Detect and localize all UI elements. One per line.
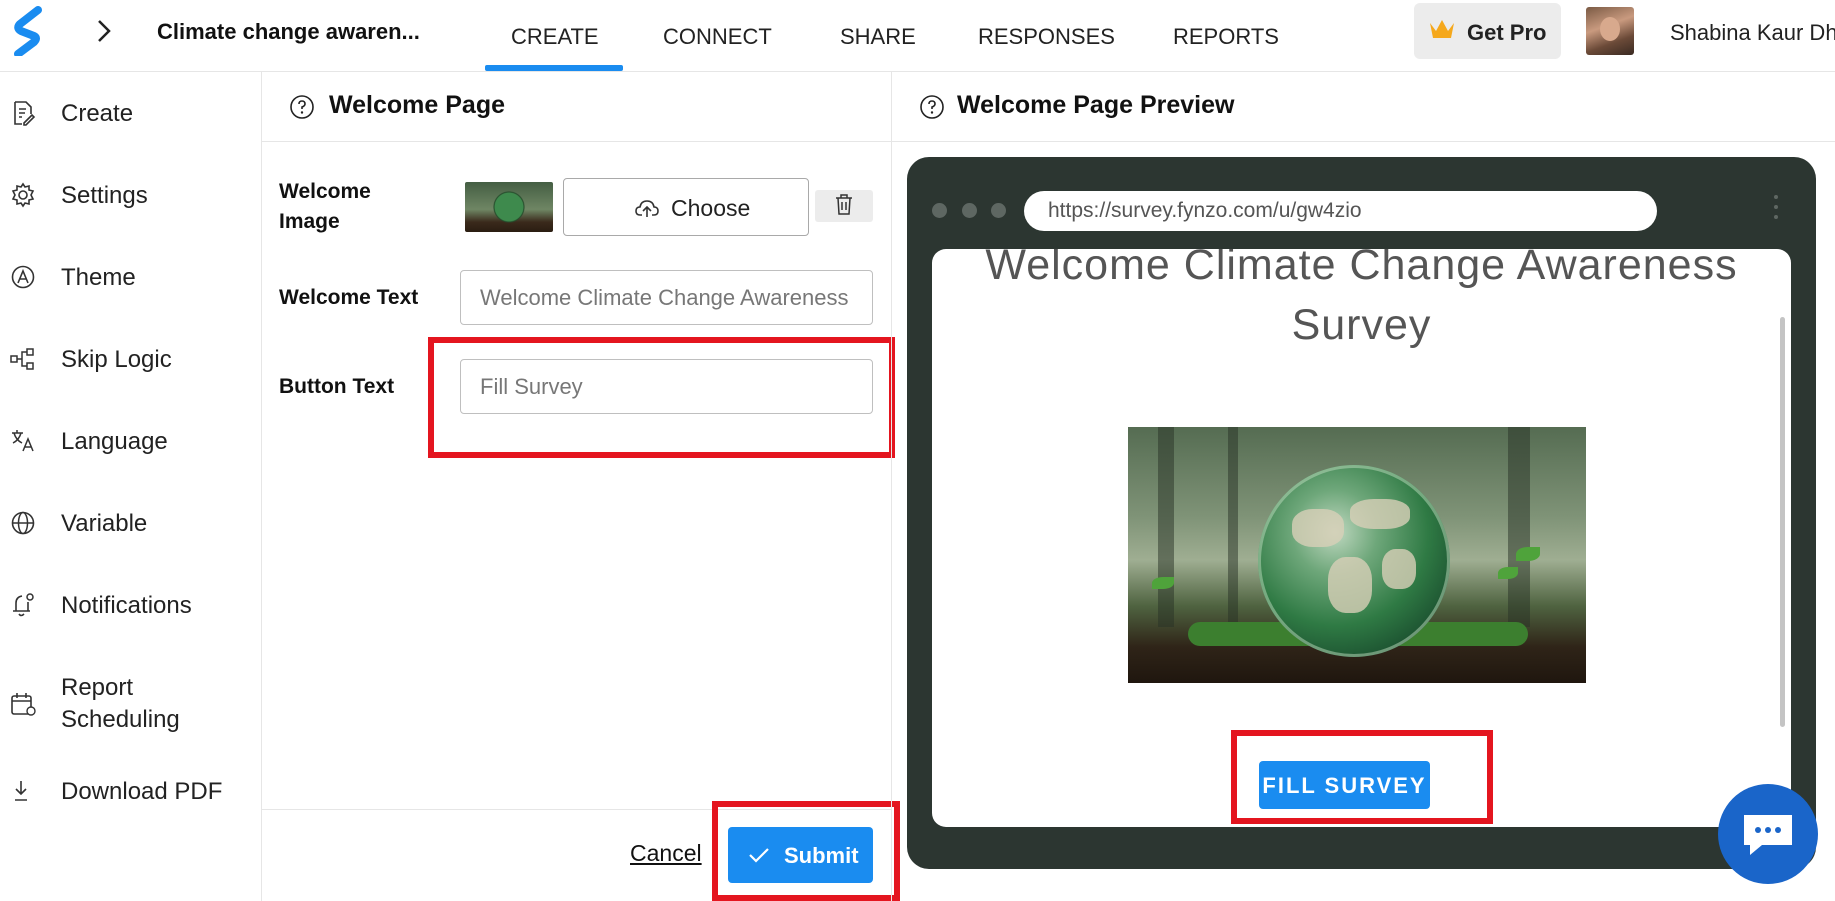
panel-divider: [891, 72, 892, 901]
welcome-text-label: Welcome Text: [279, 286, 419, 309]
button-text-input[interactable]: [460, 359, 873, 414]
sidebar-item-report-scheduling[interactable]: Report Scheduling: [0, 670, 262, 740]
check-icon: [749, 848, 769, 863]
tab-share[interactable]: SHARE: [840, 24, 916, 50]
flow-icon: [10, 348, 34, 370]
preview-title: Welcome Page Preview: [957, 91, 1235, 119]
document-edit-icon: [14, 101, 36, 126]
cancel-link[interactable]: Cancel: [630, 840, 702, 867]
sidebar-item-variable[interactable]: Variable: [0, 506, 262, 542]
get-pro-button[interactable]: Get Pro: [1414, 3, 1561, 59]
sidebar-item-label: Skip Logic: [61, 346, 172, 373]
calendar-icon: [11, 693, 36, 716]
window-dot: [991, 203, 1006, 218]
preview-page: Welcome Climate Change Awareness Survey …: [932, 249, 1791, 827]
welcome-image-thumbnail: [465, 182, 553, 232]
url-bar: https://survey.fynzo.com/u/gw4zio: [1024, 191, 1657, 231]
get-pro-label: Get Pro: [1467, 20, 1547, 45]
active-tab-indicator: [485, 65, 623, 71]
editor-header: Welcome Page: [262, 72, 891, 142]
chat-widget-button[interactable]: [1718, 784, 1818, 884]
sidebar-item-label: Settings: [61, 182, 148, 209]
gear-icon: [11, 182, 35, 208]
preview-url: https://survey.fynzo.com/u/gw4zio: [1048, 199, 1362, 222]
sidebar-item-label: Variable: [61, 510, 148, 537]
submit-label: Submit: [784, 843, 859, 868]
window-dot: [962, 203, 977, 218]
preview-hero-image: [1128, 427, 1586, 683]
avatar[interactable]: [1586, 7, 1634, 55]
preview-welcome-heading: Welcome Climate Change Awareness Survey: [985, 249, 1738, 349]
sidebar-item-label: Report Scheduling: [61, 674, 180, 733]
choose-image-button[interactable]: Choose: [563, 178, 809, 236]
survey-title[interactable]: Climate change awaren...: [157, 19, 420, 45]
sidebar-item-label: Theme: [61, 264, 136, 291]
help-icon[interactable]: [289, 94, 315, 120]
chat-icon: [1744, 815, 1792, 855]
trash-icon: [836, 194, 852, 215]
preview-fill-survey-label: FILL SURVEY: [1262, 773, 1427, 798]
user-name[interactable]: Shabina Kaur Dh: [1670, 20, 1835, 46]
download-icon: [15, 781, 27, 801]
welcome-text-input[interactable]: [460, 270, 873, 325]
sidebar: Create Settings Theme Skip Logic Languag…: [0, 72, 262, 901]
chevron-right-icon[interactable]: [92, 18, 116, 44]
button-text-label: Button Text: [279, 375, 395, 398]
sidebar-item-skip-logic[interactable]: Skip Logic: [0, 342, 262, 378]
tab-responses[interactable]: RESPONSES: [978, 24, 1115, 50]
window-dot: [932, 203, 947, 218]
sidebar-item-label: Notifications: [61, 592, 192, 619]
palette-icon: [11, 265, 35, 289]
bell-icon: [13, 593, 34, 617]
welcome-image-label: Welcome Image: [279, 180, 371, 233]
app-root: Climate change awaren... CREATE CONNECT …: [0, 0, 1835, 901]
app-logo[interactable]: [12, 6, 46, 56]
tab-reports[interactable]: REPORTS: [1173, 24, 1279, 50]
tab-connect[interactable]: CONNECT: [663, 24, 772, 50]
sidebar-item-theme[interactable]: Theme: [0, 260, 262, 296]
sidebar-item-label: Download PDF: [61, 778, 223, 805]
preview-fill-survey-button[interactable]: FILL SURVEY: [1259, 761, 1430, 809]
sidebar-item-language[interactable]: Language: [0, 424, 262, 460]
choose-label: Choose: [671, 195, 751, 221]
sidebar-item-download-pdf[interactable]: Download PDF: [0, 774, 262, 810]
submit-button[interactable]: Submit: [728, 827, 873, 883]
top-bar: Climate change awaren... CREATE CONNECT …: [0, 0, 1835, 72]
sidebar-item-notifications[interactable]: Notifications: [0, 588, 262, 624]
preview-scrollbar[interactable]: [1780, 317, 1785, 727]
preview-header: Welcome Page Preview: [892, 72, 1835, 142]
sidebar-item-label: Create: [61, 100, 134, 127]
translate-icon: [12, 430, 34, 452]
sidebar-item-settings[interactable]: Settings: [0, 178, 262, 214]
browser-mockup: https://survey.fynzo.com/u/gw4zio Welcom…: [907, 157, 1816, 869]
more-vertical-icon: [1773, 195, 1779, 227]
tab-create[interactable]: CREATE: [511, 24, 599, 50]
sidebar-item-create[interactable]: Create: [0, 96, 262, 132]
sidebar-item-label: Language: [61, 428, 168, 455]
crown-icon: [1430, 20, 1454, 38]
cloud-upload-icon: [635, 200, 659, 217]
delete-image-button[interactable]: [815, 190, 873, 222]
globe-icon: [11, 511, 35, 535]
editor-title: Welcome Page: [329, 91, 506, 119]
help-icon[interactable]: [919, 94, 945, 120]
